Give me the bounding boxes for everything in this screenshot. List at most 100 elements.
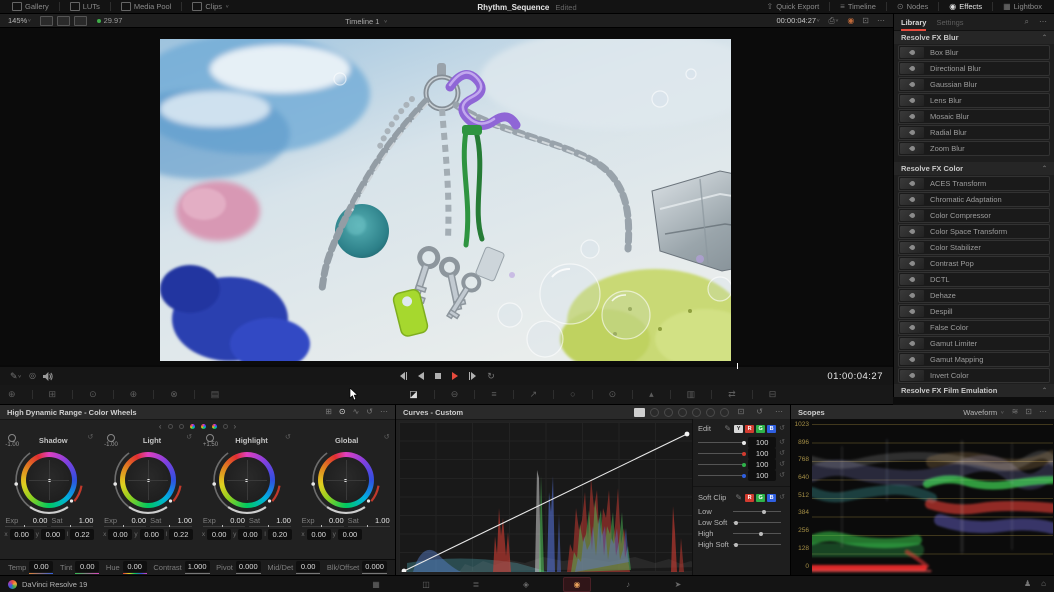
gain-slider[interactable] — [698, 442, 745, 443]
clips-button[interactable]: Clips∨ — [188, 2, 233, 11]
effect-list-item[interactable]: Radial Blur — [898, 125, 1050, 140]
parameter-value[interactable]: 0.000 — [362, 561, 387, 572]
channel-button[interactable]: Y — [734, 425, 743, 433]
gain-value[interactable]: 100 — [748, 437, 776, 448]
reset-icon[interactable]: ↺ — [756, 408, 763, 416]
curve-graph[interactable] — [399, 422, 693, 572]
timeline-name[interactable]: Timeline 1 — [345, 17, 379, 26]
reset-icon[interactable]: ↺ — [779, 450, 785, 457]
curve-mode-sat-sat-icon[interactable] — [706, 408, 715, 417]
wheel-l-value[interactable]: 0.22 — [169, 529, 193, 540]
link-channels-icon[interactable]: ✎ — [735, 494, 742, 502]
wheel-y-value[interactable]: 0.00 — [238, 529, 262, 540]
gallery-panel-icon[interactable]: ▥ — [687, 390, 696, 399]
gain-value[interactable]: 100 — [748, 459, 776, 470]
effect-list-item[interactable]: Lens Blur — [898, 93, 1050, 108]
graph-mode-icon[interactable]: ∿ — [353, 408, 360, 416]
color-viewer-icon[interactable]: ◉ — [847, 17, 854, 25]
wheel-x-value[interactable]: 0.00 — [307, 529, 331, 540]
reset-icon[interactable]: ↺ — [779, 472, 785, 479]
exp-slider[interactable]: Exp0.00 — [302, 516, 344, 527]
channel-button[interactable]: R — [745, 425, 754, 433]
section-resolve-fx-color[interactable]: Resolve FX Color⌃ — [894, 162, 1054, 175]
effect-list-item[interactable]: Despill — [898, 304, 1050, 319]
viewer-mode-single-button[interactable] — [40, 16, 53, 26]
page-media-button[interactable]: ▦ — [363, 578, 389, 591]
eyedropper-icon[interactable]: ↗ — [530, 390, 538, 399]
parameter-value[interactable]: 0.00 — [296, 561, 320, 572]
slider-dot[interactable] — [742, 441, 746, 445]
stop-button[interactable] — [434, 372, 442, 380]
parameter-value[interactable]: 0.00 — [123, 561, 147, 572]
gain-slider[interactable] — [698, 453, 745, 454]
parameter-value[interactable]: 1.000 — [185, 561, 210, 572]
pager-dot[interactable] — [223, 424, 228, 429]
loop-button[interactable]: ↻ — [487, 372, 495, 381]
monitor-icon[interactable]: ⊟ — [769, 390, 777, 399]
sat-slider[interactable]: Sat1.00 — [249, 516, 291, 527]
magnifier-icon[interactable]: ⊕ — [130, 390, 138, 399]
channel-button[interactable]: B — [767, 425, 776, 433]
gallery-button[interactable]: Gallery — [8, 2, 53, 11]
exp-slider[interactable]: Exp0.00 — [5, 516, 47, 527]
color-wheel[interactable] — [108, 447, 188, 515]
effect-list-item[interactable]: Gaussian Blur — [898, 77, 1050, 92]
pager-dot[interactable] — [201, 424, 206, 429]
slider-dot[interactable] — [762, 510, 766, 514]
wheel-x-value[interactable]: 0.00 — [207, 529, 231, 540]
effect-list-item[interactable]: DCTL — [898, 272, 1050, 287]
effect-list-item[interactable]: Directional Blur — [898, 61, 1050, 76]
page-edit-button[interactable]: ≣ — [463, 578, 489, 591]
sort-icon[interactable]: ▴ — [649, 390, 654, 399]
effects-button[interactable]: ◉Effects — [945, 2, 986, 11]
play-reverse-button[interactable] — [417, 372, 425, 380]
raw-panel-icon[interactable]: ⊖ — [451, 390, 459, 399]
highlight-mode-icon[interactable]: ⊙ — [89, 390, 97, 399]
wheel-reset-icon[interactable]: ↺ — [285, 434, 291, 441]
lightbox-button[interactable]: ▦Lightbox — [999, 2, 1046, 11]
gain-value[interactable]: 100 — [748, 448, 776, 459]
wheel-y-value[interactable]: 0.00 — [41, 529, 65, 540]
wheel-reset-icon[interactable]: ↺ — [186, 434, 192, 441]
gain-slider[interactable] — [698, 475, 745, 476]
page-deliver-button[interactable]: ➤ — [665, 578, 691, 591]
scope-mode-select[interactable]: Waveform∨ — [963, 408, 1004, 417]
tab-settings[interactable]: Settings — [936, 18, 963, 27]
effect-list-item[interactable]: Zoom Blur — [898, 141, 1050, 156]
color-wheel[interactable] — [306, 447, 386, 515]
soft-clip-slider[interactable] — [733, 544, 781, 545]
slider-dot[interactable] — [759, 532, 763, 536]
page-fairlight-button[interactable]: ♪ — [615, 578, 641, 591]
clip-info-icon[interactable]: ▤ — [211, 390, 220, 399]
gain-value[interactable]: 100 — [748, 470, 776, 481]
reset-icon[interactable]: ↺ — [779, 425, 785, 432]
search-icon[interactable]: ⌕ — [1025, 18, 1029, 26]
wheel-reset-icon[interactable]: ↺ — [87, 434, 93, 441]
slider-dot[interactable] — [742, 463, 746, 467]
pager-dot[interactable] — [190, 424, 195, 429]
effect-list-item[interactable]: False Color — [898, 320, 1050, 335]
slider-dot[interactable] — [734, 521, 738, 525]
soft-clip-slider[interactable] — [733, 522, 781, 523]
reset-icon[interactable]: ↺ — [779, 439, 785, 446]
library-options-icon[interactable]: ⋯ — [1039, 18, 1047, 26]
curve-mode-hue-sat-icon[interactable] — [664, 408, 673, 417]
reset-icon[interactable]: ↺ — [366, 408, 373, 416]
effect-list-item[interactable]: Gamut Limiter — [898, 336, 1050, 351]
viewer-mode-enhanced-button[interactable] — [74, 16, 87, 26]
reset-icon[interactable]: ↺ — [779, 461, 785, 468]
page-color-button[interactable]: ◉ — [563, 577, 591, 592]
wheel-y-value[interactable]: 0.00 — [140, 529, 164, 540]
pager-dot[interactable] — [212, 424, 217, 429]
pager-dot[interactable] — [179, 424, 184, 429]
sat-slider[interactable]: Sat1.00 — [150, 516, 192, 527]
effect-list-item[interactable]: Mosaic Blur — [898, 109, 1050, 124]
wheel-x-value[interactable]: 0.00 — [108, 529, 132, 540]
reset-icon[interactable]: ↺ — [779, 494, 785, 501]
zone-range-icon[interactable]: -1.00 — [104, 434, 118, 448]
sat-slider[interactable]: Sat1.00 — [348, 516, 390, 527]
effect-list-item[interactable]: Contrast Pop — [898, 256, 1050, 271]
hdr-parameter[interactable]: Mid/Det 0.00 — [267, 561, 320, 574]
gain-slider[interactable] — [698, 464, 745, 465]
tab-library[interactable]: Library — [901, 18, 926, 27]
